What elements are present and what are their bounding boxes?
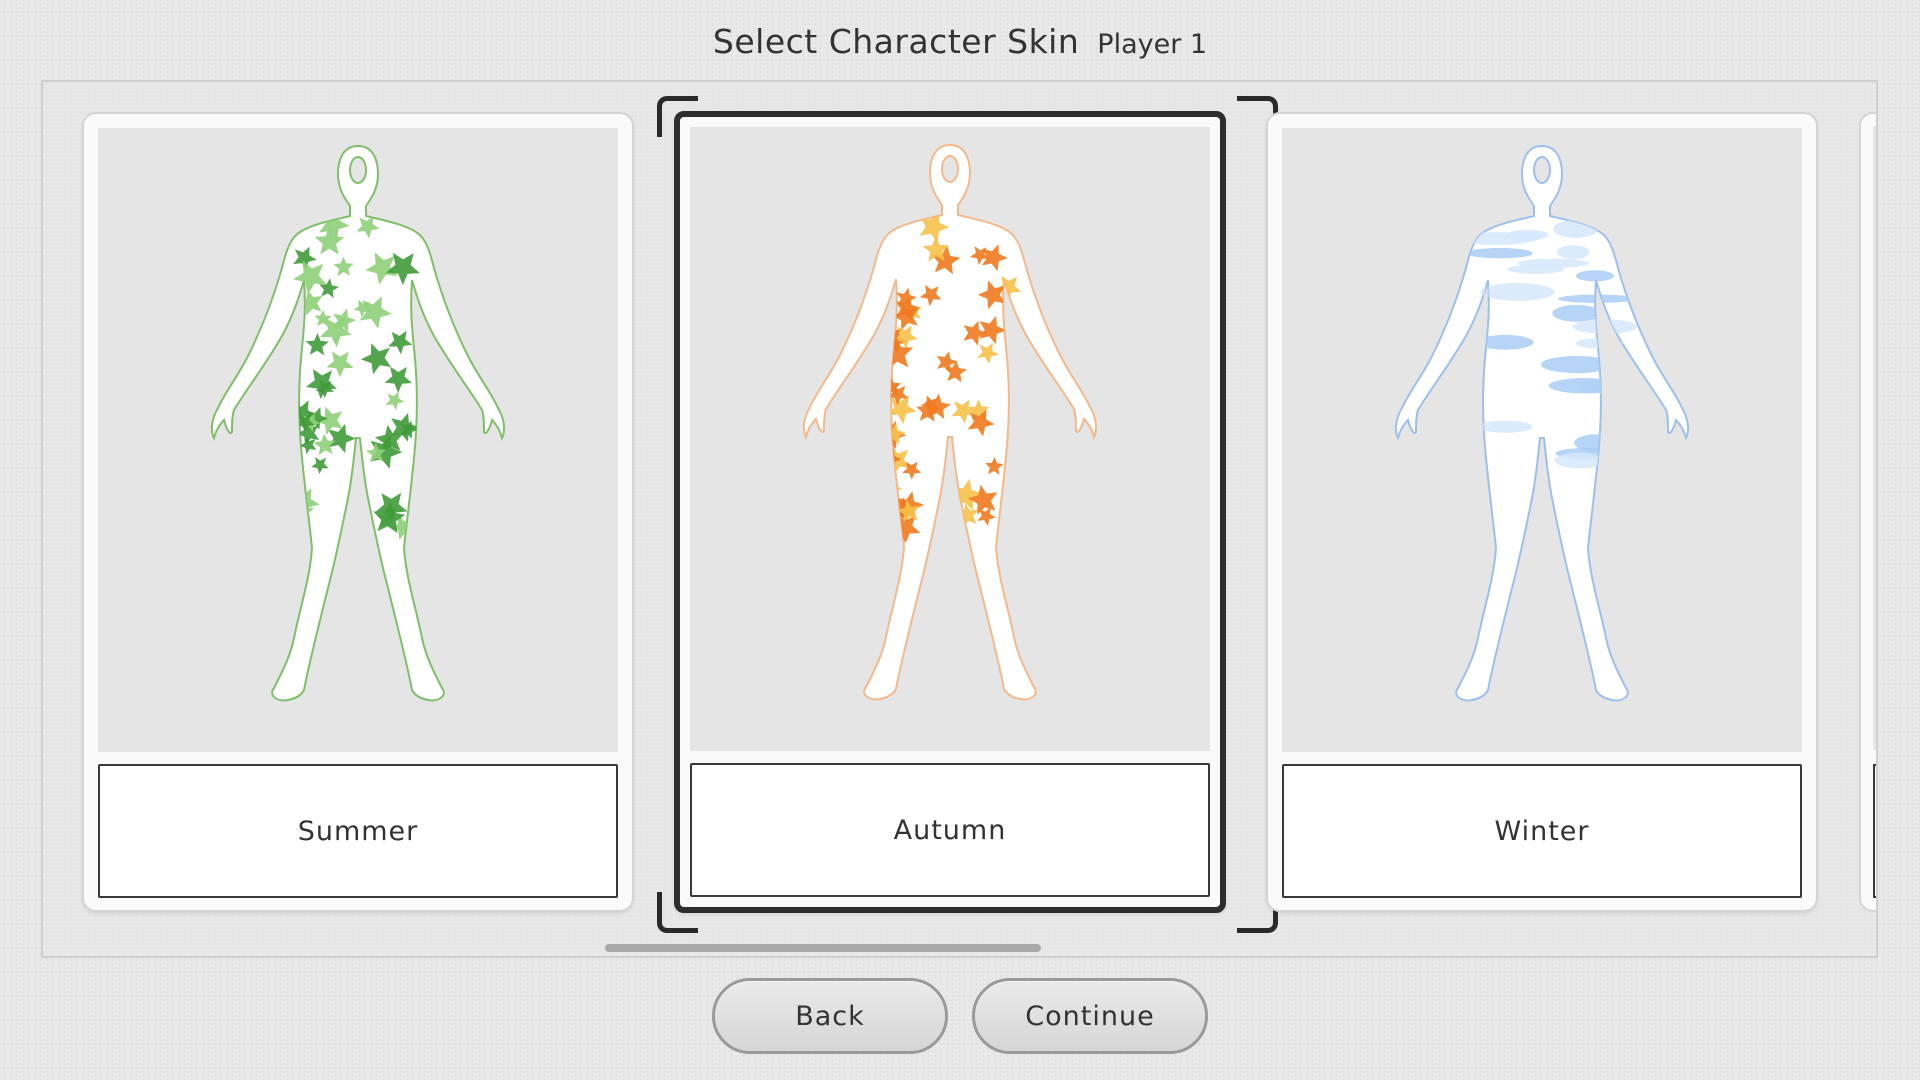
page-title: Select Character Skin	[712, 22, 1080, 61]
character-figure-icon	[210, 144, 506, 702]
continue-button[interactable]: Continue	[972, 978, 1208, 1054]
skin-preview	[1873, 126, 1876, 750]
skin-preview	[690, 127, 1210, 751]
character-figure-icon	[1394, 144, 1690, 702]
carousel-scrollbar[interactable]	[605, 944, 1041, 952]
skin-name: Summer	[297, 815, 419, 847]
skin-card-summer[interactable]: Summer	[82, 112, 634, 912]
back-button[interactable]: Back	[712, 978, 948, 1054]
selection-corner-icon	[657, 892, 698, 933]
skin-card-winter[interactable]: Winter	[1266, 112, 1818, 912]
skin-preview	[98, 128, 618, 752]
player-indicator: Player 1	[1097, 29, 1208, 60]
skin-name-box: Summer	[98, 764, 618, 898]
skin-name-box: Autumn	[690, 763, 1210, 897]
skin-name: Autumn	[893, 814, 1007, 846]
character-figure-icon	[802, 143, 1098, 701]
skin-carousel: Summer Autumn Winter	[41, 80, 1878, 958]
skin-card-next[interactable]	[1859, 112, 1876, 912]
skin-name-box	[1873, 764, 1876, 898]
skin-name-box: Winter	[1282, 764, 1802, 898]
skin-name: Winter	[1494, 815, 1590, 847]
skin-preview	[1282, 128, 1802, 752]
title-row: Select Character Skin Player 1	[0, 22, 1920, 61]
skin-card-autumn[interactable]: Autumn	[674, 111, 1226, 913]
selection-corner-icon	[657, 96, 698, 137]
